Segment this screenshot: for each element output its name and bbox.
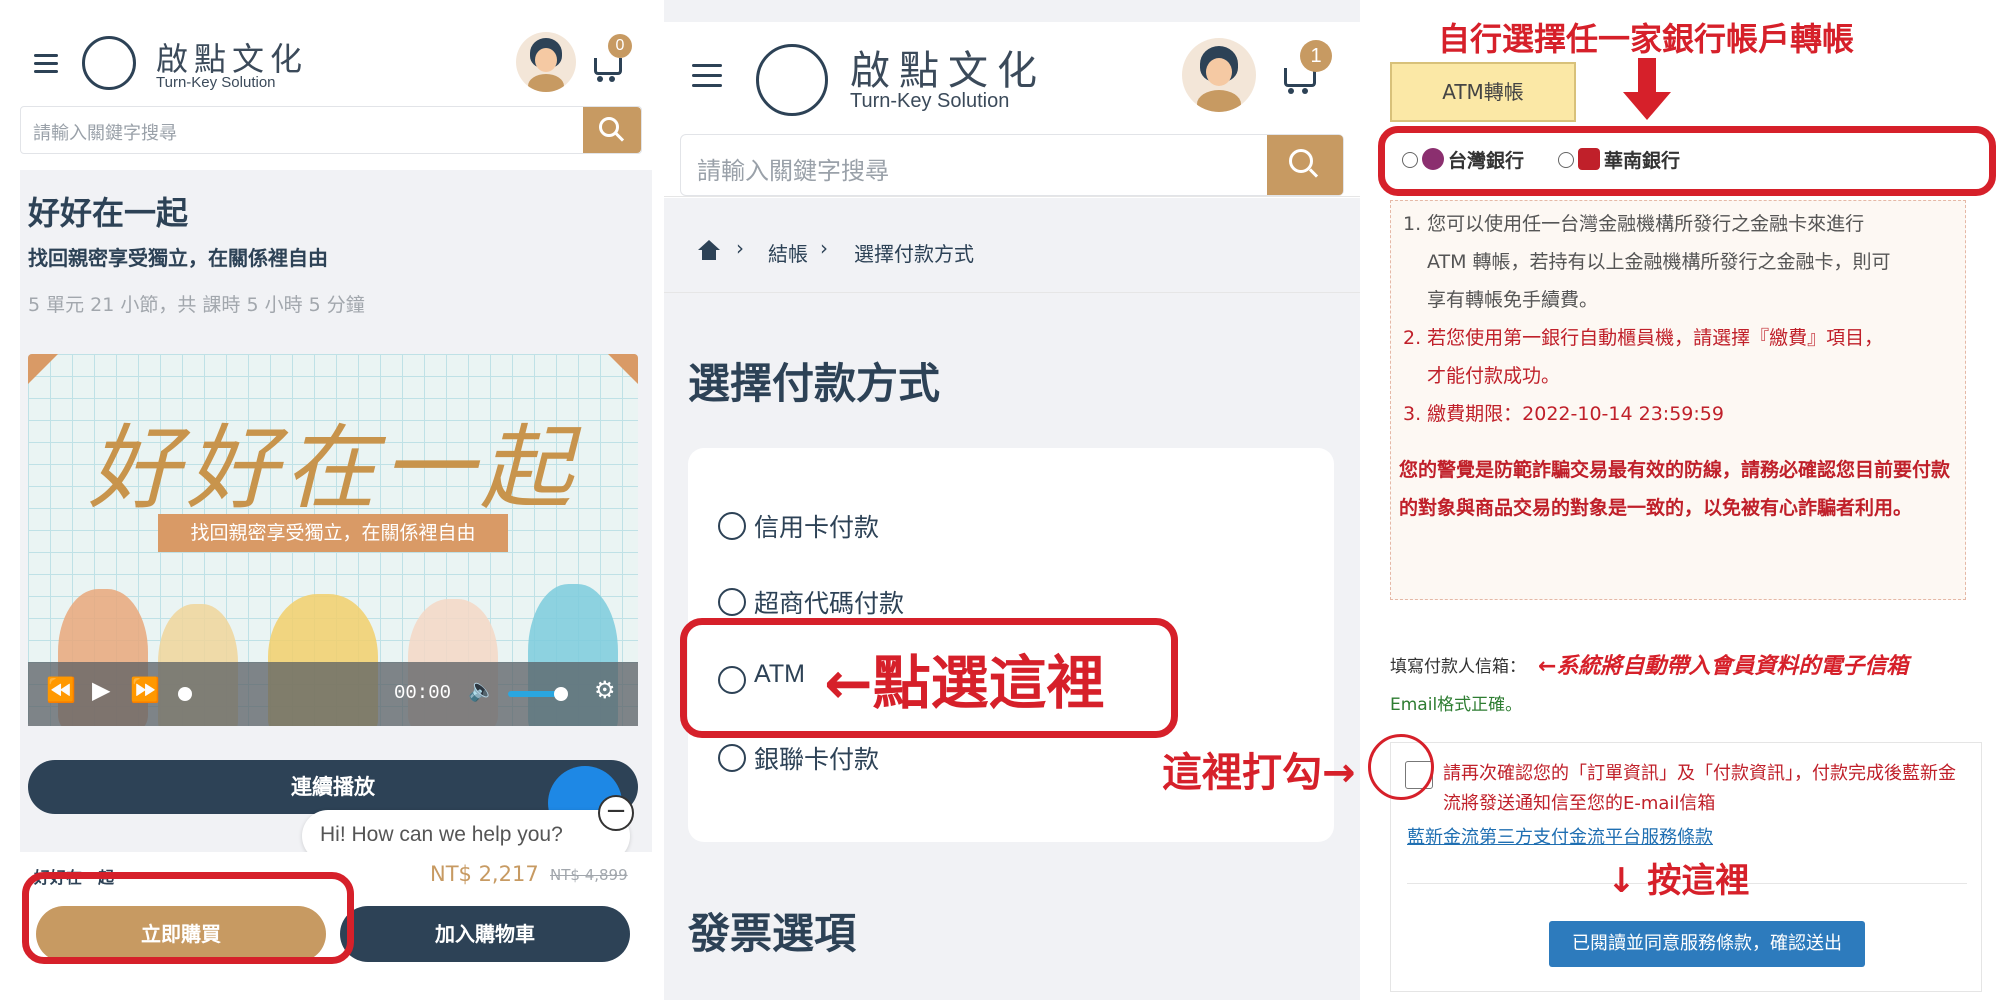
note-2-line2: 才能付款成功。	[1427, 365, 1561, 387]
divider	[664, 196, 1360, 197]
radio-unionpay[interactable]	[718, 744, 746, 772]
brand-tagline: Turn-Key Solution	[850, 90, 1010, 112]
terms-link[interactable]: 藍新金流第三方支付金流平台服務條款	[1407, 823, 1713, 849]
chevron-right-icon: ›	[736, 236, 744, 260]
fraud-warning: 您的警覺是防範詐騙交易最有效的防線，請務必確認您目前要付款的對象與商品交易的對象…	[1399, 459, 1951, 519]
option-unionpay[interactable]: 銀聯卡付款	[754, 740, 879, 776]
note-3: 3. 繳費期限：2022-10-14 23:59:59	[1403, 403, 1724, 425]
volume-slider[interactable]	[508, 691, 560, 697]
cart-count-badge: 0	[608, 34, 632, 58]
chat-minimize-icon[interactable]: −	[598, 795, 634, 831]
instruction-choose-bank: 自行選擇任一家銀行帳戶轉帳	[1438, 20, 1855, 58]
note-1-line3: 享有轉帳免手續費。	[1427, 289, 1599, 311]
play-all-button[interactable]: 連續播放	[28, 760, 638, 814]
search-icon	[1289, 149, 1313, 173]
logo-icon	[756, 44, 828, 116]
email-callout: ←系統將自動帶入會員資料的電子信箱	[1538, 654, 1909, 679]
highlight-bank-row	[1378, 126, 1996, 196]
confirm-section: 請再次確認您的「訂單資訊」及「付款資訊」，付款完成後藍新金流將發送通知信至您的E…	[1390, 742, 1982, 992]
course-title: 好好在一起	[28, 194, 189, 232]
panel-atm-transfer: 自行選擇任一家銀行帳戶轉帳 ATM轉帳 台灣銀行 華南銀行 1. 您可以使用任一…	[1362, 0, 2000, 1000]
seek-handle[interactable]	[178, 687, 192, 701]
rewind-icon[interactable]: ⏪	[46, 676, 76, 704]
chat-text: Hi! How can we help you?	[320, 823, 563, 846]
search-input[interactable]: 請輸入關鍵字搜尋	[697, 151, 889, 186]
cart-icon[interactable]: 1	[1284, 40, 1332, 96]
callout-check-here: 這裡打勾→	[1162, 750, 1356, 796]
page-title: 選擇付款方式	[688, 359, 941, 408]
cart-count-badge: 1	[1300, 40, 1332, 72]
submit-button[interactable]: 已閱讀並同意服務條款，確認送出	[1549, 921, 1865, 967]
course-screen: 啟點文化 Turn-Key Solution 0 請輸入關鍵字搜尋 好好在一起 …	[20, 20, 652, 980]
search-button[interactable]	[1267, 135, 1343, 195]
home-icon-base	[702, 250, 716, 260]
atm-notice: 1. 您可以使用任一台灣金融機構所發行之金融卡來進行 ATM 轉帳，若持有以上金…	[1390, 200, 1966, 600]
avatar[interactable]	[1182, 38, 1256, 112]
callout-click-here: ←點選這裡	[824, 649, 1105, 717]
note-1: 1. 您可以使用任一台灣金融機構所發行之金融卡來進行	[1403, 213, 1865, 235]
radio-convenience-store[interactable]	[718, 588, 746, 616]
play-icon[interactable]: ▶	[92, 676, 110, 704]
panel-payment-method: 啟點文化 Turn-Key Solution 1 請輸入關鍵字搜尋 › 結帳 ›…	[664, 0, 1360, 1000]
search-bar[interactable]: 請輸入關鍵字搜尋	[680, 134, 1344, 196]
tab-atm-transfer[interactable]: ATM轉帳	[1390, 62, 1576, 122]
search-input[interactable]: 請輸入關鍵字搜尋	[33, 119, 177, 145]
search-button[interactable]	[583, 107, 641, 153]
highlight-buy-now	[22, 872, 354, 964]
email-label: 填寫付款人信箱：	[1390, 657, 1526, 677]
radio-credit-card[interactable]	[718, 512, 746, 540]
course-subtitle: 找回親密享受獨立，在關係裡自由	[28, 246, 328, 270]
video-controls: ⏪ ▶ ⏩ 00:00 🔈 ⚙	[28, 662, 638, 726]
menu-icon[interactable]	[34, 54, 58, 74]
brand-name: 啟點文化	[850, 48, 1046, 94]
gear-icon[interactable]: ⚙	[594, 676, 616, 704]
player-time: 00:00	[394, 682, 452, 704]
note-2: 2. 若您使用第一銀行自動櫃員機，請選擇『繳費』項目，	[1403, 327, 1884, 349]
highlight-checkbox	[1368, 734, 1434, 800]
breadcrumb-checkout[interactable]: 結帳	[768, 238, 808, 267]
course-meta: 5 單元 21 小節，共 課時 5 小時 5 分鐘	[28, 294, 365, 316]
header: 啟點文化 Turn-Key Solution 0 請輸入關鍵字搜尋	[20, 20, 652, 170]
banner-ribbon: 找回親密享受獨立，在關係裡自由	[158, 514, 508, 552]
callout-press-here: ↓ 按這裡	[1607, 861, 1750, 901]
option-credit-card[interactable]: 信用卡付款	[754, 508, 879, 544]
cart-icon[interactable]: 0	[594, 34, 632, 82]
chevron-right-icon: ›	[820, 236, 828, 260]
volume-icon[interactable]: 🔈	[468, 678, 495, 703]
add-to-cart-button[interactable]: 加入購物車	[340, 906, 630, 962]
divider	[664, 292, 1360, 293]
volume-handle[interactable]	[554, 687, 568, 701]
confirm-text: 請再次確認您的「訂單資訊」及「付款資訊」，付款完成後藍新金流將發送通知信至您的E…	[1443, 763, 1956, 814]
brand-tagline: Turn-Key Solution	[156, 74, 276, 91]
banner-title: 好好在一起	[87, 415, 578, 522]
home-icon[interactable]	[698, 240, 720, 250]
header: 啟點文化 Turn-Key Solution 1 請輸入關鍵字搜尋	[664, 22, 1360, 198]
menu-icon[interactable]	[692, 64, 722, 87]
email-valid-message: Email格式正確。	[1390, 695, 1523, 715]
down-arrow-icon	[1638, 58, 1656, 94]
avatar[interactable]	[516, 32, 576, 92]
invoice-heading: 發票選項	[688, 909, 857, 958]
down-arrow-head	[1623, 92, 1671, 120]
search-icon	[599, 117, 619, 137]
logo-icon	[82, 36, 136, 90]
price: NT$ 2,217	[430, 862, 539, 886]
original-price: NT$ 4,899	[550, 866, 628, 884]
fast-forward-icon[interactable]: ⏩	[130, 676, 160, 704]
option-convenience-store[interactable]: 超商代碼付款	[754, 584, 904, 620]
breadcrumb-current: 選擇付款方式	[854, 242, 974, 266]
panel-course-page: 啟點文化 Turn-Key Solution 0 請輸入關鍵字搜尋 好好在一起 …	[0, 0, 662, 1000]
search-bar[interactable]: 請輸入關鍵字搜尋	[20, 106, 642, 154]
note-1-line2: ATM 轉帳，若持有以上金融機構所發行之金融卡，則可	[1427, 251, 1891, 273]
